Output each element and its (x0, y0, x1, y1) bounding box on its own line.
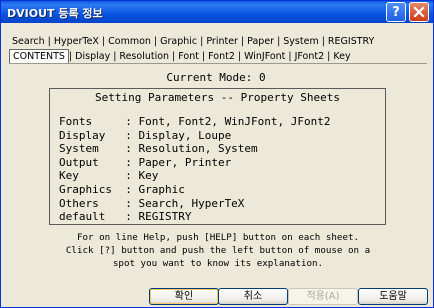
tab-system[interactable]: System (280, 35, 321, 48)
parameter-row: Fonts : Font, Font2, WinJFont, JFont2 (59, 115, 331, 128)
title-bar[interactable]: DVIOUT 등록 정보 ? (1, 1, 433, 23)
tab-row-2: CONTENTS | Display | Resolution | Font | Font2 | W… (9, 49, 354, 64)
parameter-row: Display : Display, Loupe (59, 128, 232, 142)
parameters-list: Fonts : Font, Font2, WinJFont, JFont2 Di… (59, 115, 331, 224)
help-text-line: For on line Help, push [HELP] button on … (76, 232, 360, 243)
help-button[interactable]: 도움말 (358, 288, 428, 305)
parameters-box: Setting Parameters -- Property Sheets Fo… (49, 88, 386, 225)
parameter-row: System : Resolution, System (59, 142, 258, 156)
tab-printer[interactable]: Printer (203, 35, 241, 48)
tab-resolution[interactable]: Resolution (116, 50, 172, 63)
tab-registry[interactable]: REGISTRY (325, 35, 377, 48)
tab-font[interactable]: Font (175, 50, 202, 63)
window-title: DVIOUT 등록 정보 (7, 7, 103, 20)
help-text-line: spot you want to know its explanation. (112, 258, 324, 269)
parameter-row: Graphics : Graphic (59, 182, 185, 196)
tab-search[interactable]: Search (9, 35, 48, 48)
ok-button[interactable]: 확인 (149, 288, 219, 305)
tab-winjfont[interactable]: WinJFont (241, 50, 288, 63)
help-icon[interactable]: ? (386, 2, 406, 22)
parameter-row: Key : Key (59, 169, 159, 183)
tab-hypertex[interactable]: HyperTeX (51, 35, 102, 48)
parameter-row: Others : Search, HyperTeX (59, 196, 245, 210)
tab-common[interactable]: Common (105, 35, 154, 48)
tab-graphic[interactable]: Graphic (157, 35, 200, 48)
current-mode-label: Current Mode: 0 (166, 71, 266, 84)
tab-key[interactable]: Key (330, 50, 353, 63)
tab-row-1: Search | HyperTeX | Common | Graphic | Printer | P… (9, 35, 377, 50)
help-text-line: Click [?] button and push the left butto… (65, 245, 371, 256)
tab-paper[interactable]: Paper (244, 35, 277, 48)
cancel-button[interactable]: 취소 (218, 288, 288, 305)
close-icon[interactable] (409, 2, 429, 22)
tab-jfont2[interactable]: JFont2 (292, 50, 328, 63)
help-glyph: ? (392, 4, 400, 20)
close-x-glyph (413, 6, 425, 18)
parameters-box-title: Setting Parameters -- Property Sheets (94, 91, 341, 104)
tab-display[interactable]: Display (72, 50, 113, 63)
parameter-row: Output : Paper, Printer (59, 155, 232, 169)
parameter-row: default : REGISTRY (59, 210, 192, 224)
property-dialog: DVIOUT 등록 정보 ? Search | HyperTeX | Common | Gr… (0, 0, 434, 308)
tab-font2[interactable]: Font2 (205, 50, 238, 63)
tab-contents[interactable]: CONTENTS (9, 49, 69, 63)
apply-button[interactable]: 적용(A) (288, 288, 358, 305)
